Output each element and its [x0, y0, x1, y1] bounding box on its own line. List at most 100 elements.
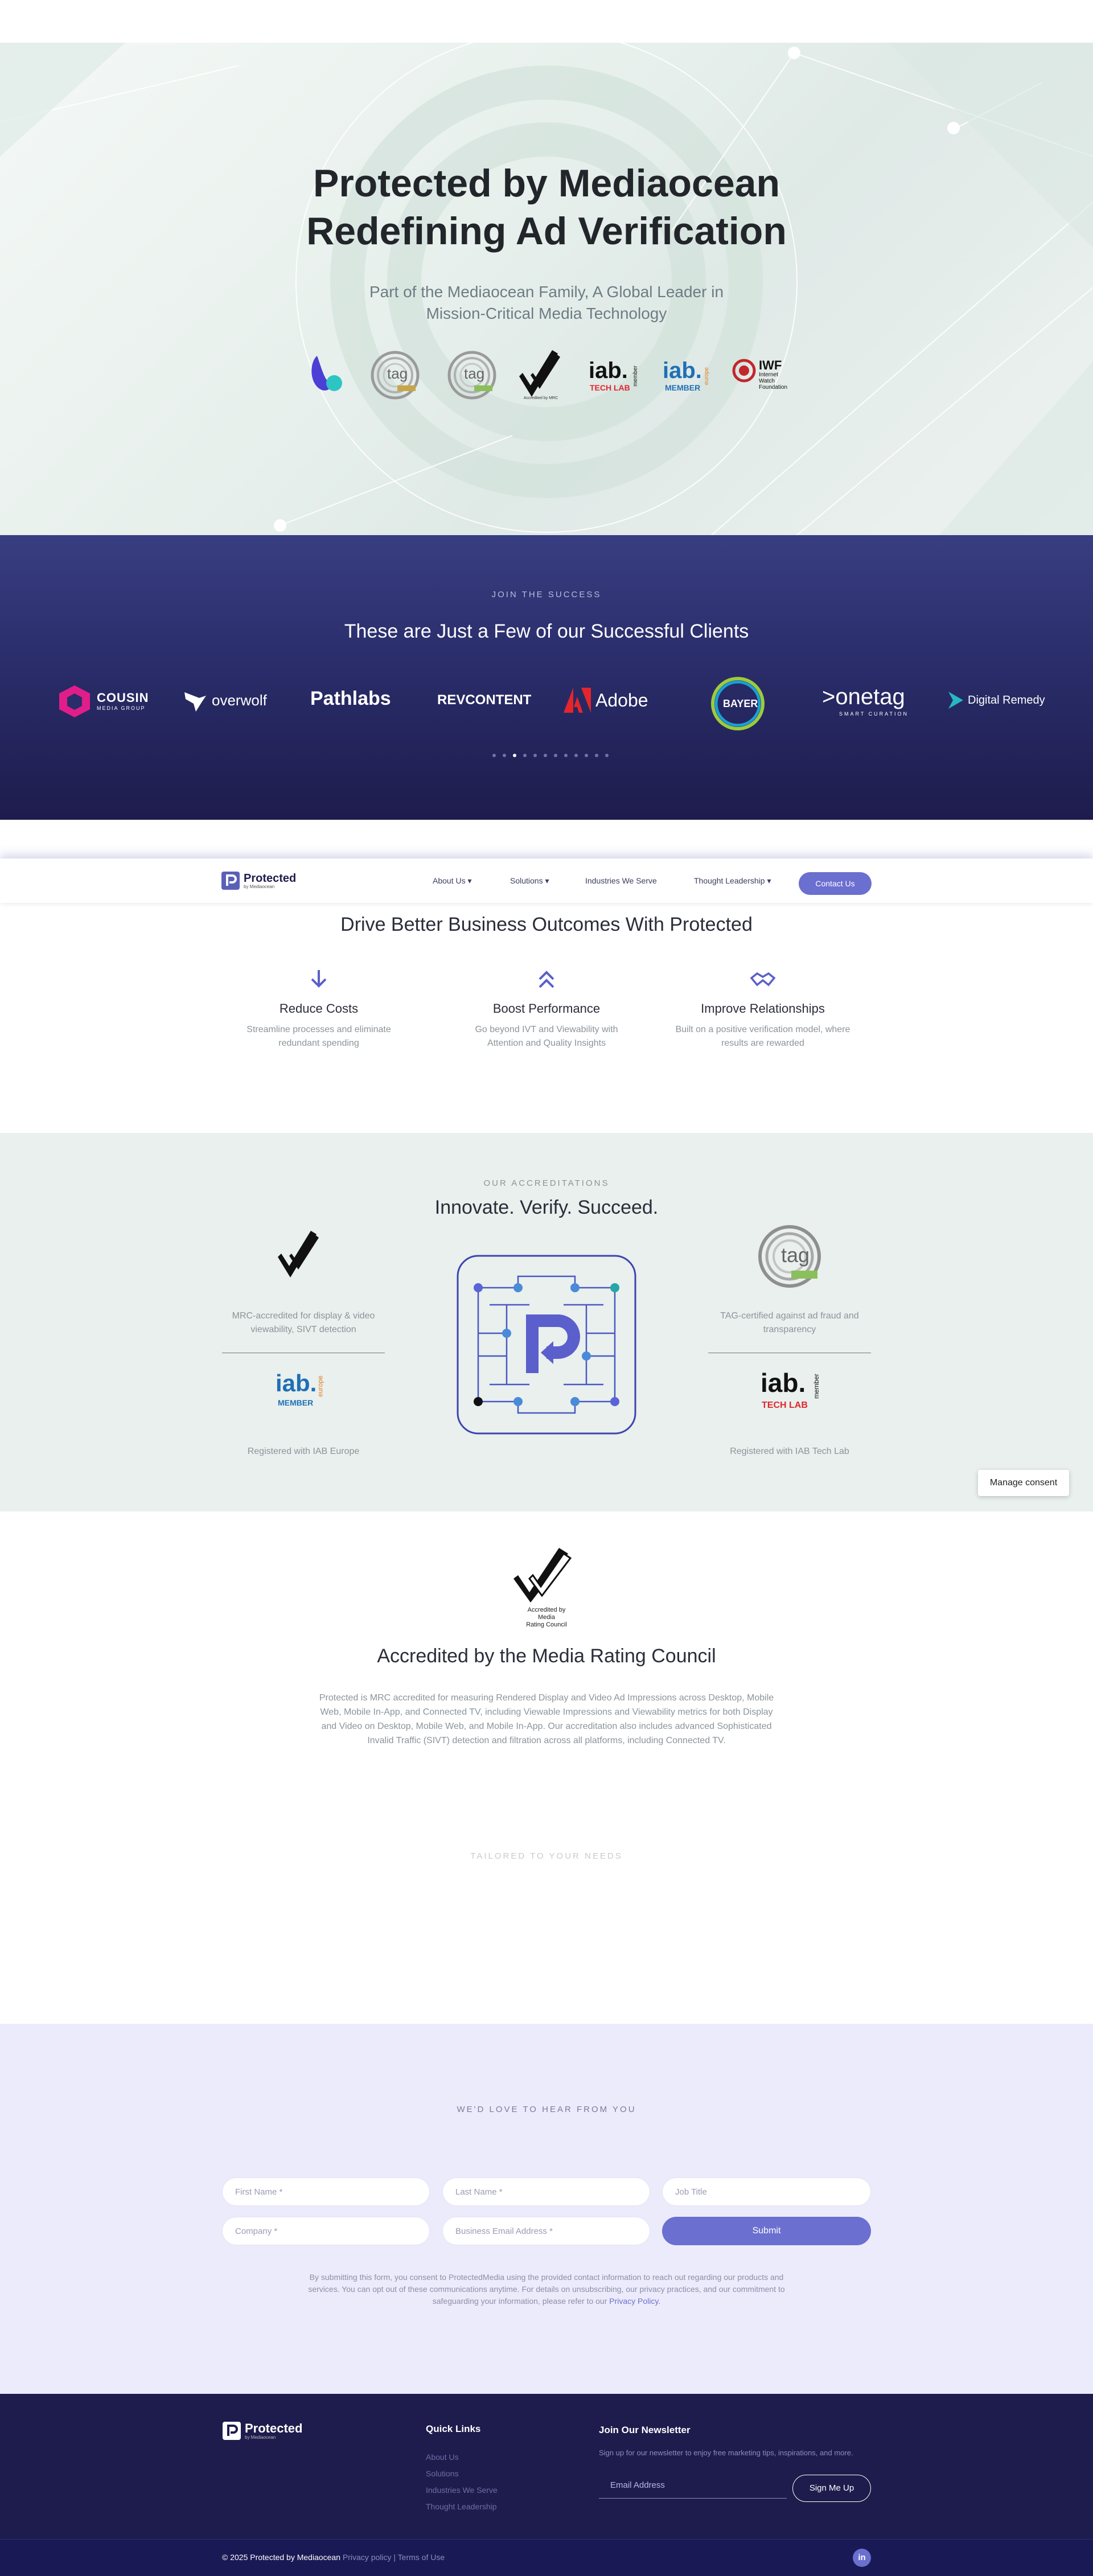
manage-consent-button[interactable]: Manage consent [978, 1470, 1069, 1496]
carousel-dot-6[interactable] [544, 754, 547, 757]
mrc-title: Accredited by the Media Rating Council [377, 1645, 716, 1667]
sign-me-up-button[interactable]: Sign Me Up [792, 2475, 871, 2502]
tag-caption: TAG-certified against ad fraud and transp… [720, 1311, 859, 1334]
hero-title-line-1: Protected by Mediaocean [313, 162, 780, 205]
footer-link-about[interactable]: About Us [426, 2452, 459, 2462]
job-title-field[interactable]: Job Title [662, 2178, 871, 2206]
first-name-field[interactable]: First Name * [222, 2178, 430, 2206]
newsletter-email-input[interactable]: Email Address [599, 2475, 787, 2499]
mediaocean-logo [305, 351, 350, 397]
protected-logo-icon [223, 2422, 241, 2440]
mrc-caption: MRC-accredited for display & video viewab… [232, 1311, 375, 1334]
site-footer: Protected by Mediaocean Quick Links Abou… [0, 2394, 1093, 2539]
feature-boost-performance: Boost Performance Go beyond IVT and View… [455, 968, 638, 1050]
carousel-dot-11[interactable] [595, 754, 598, 757]
nav-solutions[interactable]: Solutions ▾ [510, 876, 549, 886]
accreditations-eyebrow: OUR ACCREDITATIONS [483, 1178, 610, 1188]
mrc-accredited-badge: Accredited by MRC [518, 344, 564, 401]
hero-subtitle-line-1: Part of the Mediaocean Family, A Global … [369, 283, 724, 301]
quick-links-title: Quick Links [426, 2423, 481, 2434]
client-logo-adobe: Adobe [564, 688, 648, 713]
carousel-dot-10[interactable] [585, 754, 588, 757]
contact-eyebrow: WE'D LOVE TO HEAR FROM YOU [457, 2105, 636, 2114]
client-logo-overwolf: overwolf [182, 688, 267, 713]
footer-link-solutions[interactable]: Solutions [426, 2469, 459, 2478]
carousel-dot-8[interactable] [564, 754, 568, 757]
wolf-icon [184, 692, 206, 712]
double-chevron-up-icon [539, 971, 554, 988]
clients-carousel-dots[interactable] [492, 754, 609, 757]
client-logo-cousin: COUSIN MEDIA GROUP [57, 683, 149, 718]
contact-us-button[interactable]: Contact Us [799, 872, 872, 895]
adobe-icon [564, 688, 591, 713]
clients-title: These are Just a Few of our Successful C… [344, 621, 749, 642]
iwf-badge: IWF Internet Watch Foundation [732, 356, 800, 396]
contact-section: WE'D LOVE TO HEAR FROM YOU First Name * … [0, 2024, 1093, 2394]
cousin-cube-icon [59, 685, 90, 717]
privacy-policy-footer-link[interactable]: Privacy policy [343, 2553, 392, 2562]
brand-logo[interactable]: Protected by Mediaocean [221, 871, 296, 890]
arrow-down-icon [311, 970, 327, 988]
site-header: Protected by Mediaocean About Us ▾ Solut… [0, 858, 1093, 903]
footer-brand-logo[interactable]: Protected by Mediaocean [222, 2421, 302, 2441]
footer-link-thought-leadership[interactable]: Thought Leadership [426, 2502, 497, 2511]
chevron-down-icon: ▾ [767, 876, 771, 885]
tag-logo: tag [757, 1224, 822, 1289]
outcomes-title: Drive Better Business Outcomes With Prot… [340, 914, 753, 935]
client-logo-revcontent: REVCONTENT [437, 692, 532, 708]
mrc-logo [278, 1224, 323, 1284]
accreditations-section: OUR ACCREDITATIONS Innovate. Verify. Suc… [0, 1133, 1093, 1511]
tag-certified-badge-1: tag [370, 350, 420, 400]
last-name-field[interactable]: Last Name * [442, 2178, 650, 2206]
iab-tech-lab-badge: iab. TECH LAB member [589, 358, 639, 392]
tag-certified-badge-2: tag [447, 350, 497, 400]
consent-text: By submitting this form, you consent to … [308, 2273, 785, 2306]
carousel-dot-1[interactable] [492, 754, 496, 757]
accreditations-title: Innovate. Verify. Succeed. [434, 1197, 659, 1218]
hero-section: Protected by Mediaocean Redefining Ad Ve… [0, 43, 1093, 535]
company-field[interactable]: Company * [222, 2217, 430, 2245]
iab-europe-logo: iab. MEMBER europe [276, 1370, 324, 1407]
chevron-down-icon: ▾ [467, 876, 472, 885]
client-logo-pathlabs: Pathlabs [310, 688, 391, 709]
feature-improve-relationships: Improve Relationships Built on a positiv… [672, 968, 854, 1050]
clients-section: JOIN THE SUCCESS These are Just a Few of… [0, 535, 1093, 820]
carousel-dot-7[interactable] [554, 754, 557, 757]
linkedin-icon[interactable]: in [853, 2549, 871, 2567]
terms-of-use-link[interactable]: Terms of Use [398, 2553, 445, 2562]
footer-bottom-bar: © 2025 Protected by Mediaocean Privacy p… [0, 2539, 1093, 2576]
mrc-large-logo: Accredited by Media Rating Council [513, 1546, 580, 1628]
protected-logo-icon [221, 872, 240, 890]
iab-tech-lab-caption: Registered with IAB Tech Lab [730, 1447, 849, 1456]
mrc-description: Protected is MRC accredited for measurin… [319, 1693, 774, 1745]
hero-subtitle-line-2: Mission-Critical Media Technology [426, 305, 667, 322]
email-field[interactable]: Business Email Address * [442, 2217, 650, 2245]
privacy-policy-link[interactable]: Privacy Policy. [609, 2296, 660, 2306]
circuit-protected-graphic [457, 1255, 636, 1435]
carousel-dot-4[interactable] [523, 754, 527, 757]
copyright-line: © 2025 Protected by Mediaocean Privacy p… [222, 2553, 445, 2562]
clients-eyebrow: JOIN THE SUCCESS [491, 590, 602, 599]
client-logo-onetag: >onetag SMART CURATION [822, 684, 909, 717]
nav-about-us[interactable]: About Us ▾ [433, 876, 472, 886]
tailored-eyebrow: TAILORED TO YOUR NEEDS [470, 1851, 623, 1861]
newsletter-text: Sign up for our newsletter to enjoy free… [599, 2448, 853, 2457]
hero-title-line-2: Redefining Ad Verification [306, 209, 787, 253]
client-logo-digital-remedy: Digital Remedy [948, 692, 1045, 709]
carousel-dot-9[interactable] [574, 754, 578, 757]
iab-europe-caption: Registered with IAB Europe [247, 1447, 360, 1456]
carousel-dot-2[interactable] [503, 754, 506, 757]
carousel-dot-5[interactable] [533, 754, 537, 757]
nav-thought-leadership[interactable]: Thought Leadership ▾ [694, 876, 771, 886]
carousel-dot-3[interactable] [513, 754, 516, 757]
submit-button[interactable]: Submit [662, 2217, 871, 2245]
handshake-icon [750, 972, 776, 987]
nav-industries[interactable]: Industries We Serve [585, 876, 657, 885]
carousel-dot-12[interactable] [605, 754, 609, 757]
iab-tech-lab-logo: iab. TECH LAB member [761, 1368, 821, 1410]
iab-europe-badge: iab. MEMBER europe [663, 358, 710, 392]
digital-remedy-icon [948, 692, 963, 709]
chevron-down-icon: ▾ [545, 876, 549, 885]
footer-link-industries[interactable]: Industries We Serve [426, 2485, 498, 2495]
newsletter-title: Join Our Newsletter [599, 2425, 691, 2435]
